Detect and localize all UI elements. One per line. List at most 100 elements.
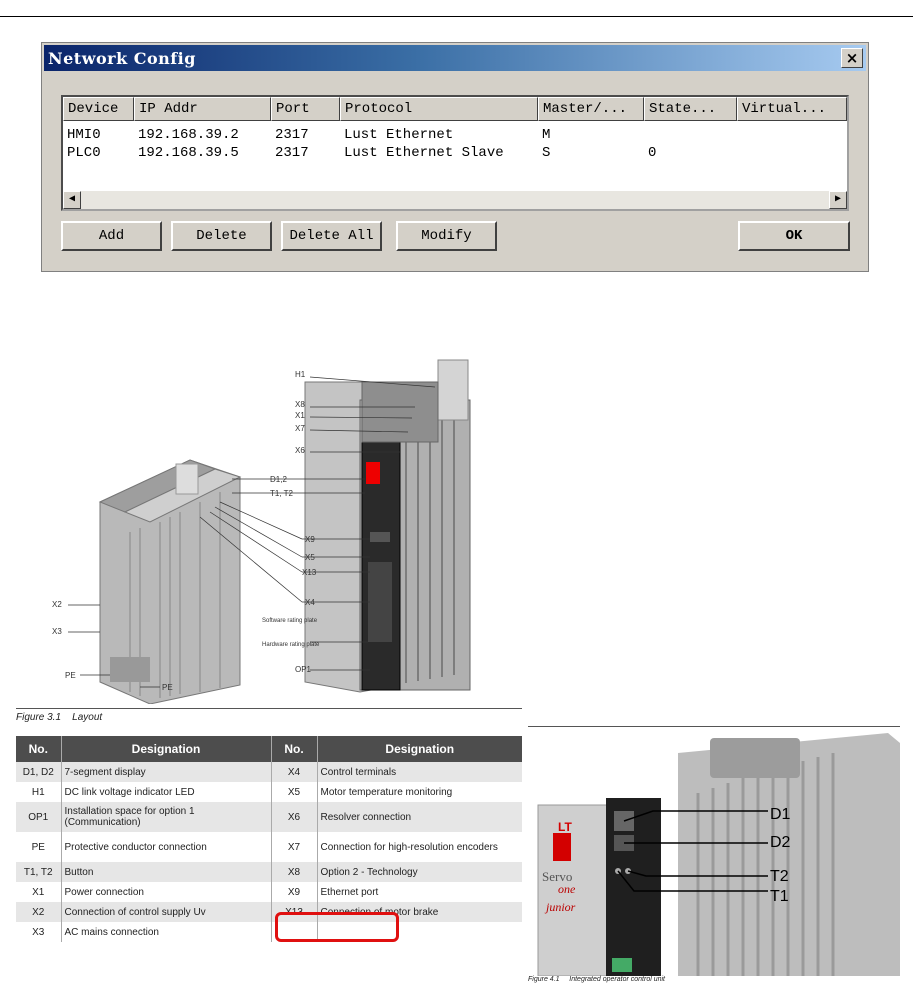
horizontal-scrollbar[interactable]: ◀ ▶ — [63, 191, 847, 209]
brand-one: one — [558, 882, 576, 896]
callout-x4: X4 — [305, 598, 315, 607]
cell-ip: 192.168.39.5 — [138, 145, 239, 161]
arrow-right-icon: ▶ — [834, 194, 842, 205]
cell-no: X5 — [271, 782, 318, 802]
table-row: OP1 Installation space for option 1 (Comm… — [16, 802, 522, 832]
page-top-rule — [0, 16, 913, 17]
brand-logo — [366, 462, 380, 484]
column-header-state[interactable]: State... — [644, 97, 737, 121]
cell-ip: 192.168.39.2 — [138, 127, 239, 143]
cell-designation: Option 2 - Technology — [317, 862, 522, 882]
close-icon: × — [845, 49, 859, 67]
cell-no: X7 — [271, 832, 318, 862]
control-terminals — [368, 562, 392, 642]
cell-protocol: Lust Ethernet Slave — [344, 145, 504, 161]
callout-x7: X7 — [295, 424, 305, 433]
device-layout-figure: H1 X8 X1 X7 X6 D1,2 T1, T2 X9 X5 X13 X4 … — [52, 359, 471, 704]
header-no: No. — [271, 736, 318, 762]
cell-device: HMI0 — [67, 127, 101, 143]
caption-number: Figure 3.1 — [16, 712, 62, 723]
photo-top-rule — [528, 726, 900, 727]
header-designation: Designation — [61, 736, 272, 762]
cell-designation: Power connection — [61, 882, 272, 902]
brand-logo-photo — [553, 833, 571, 861]
rear-unit-base — [110, 657, 150, 682]
cell-no: T1, T2 — [16, 862, 62, 882]
cell-designation: AC mains connection — [61, 922, 272, 942]
cell-no: X9 — [271, 882, 318, 902]
cell-no: OP1 — [16, 802, 62, 832]
table-row: X1 Power connection X9 Ethernet port — [16, 882, 522, 902]
label-d2: D2 — [770, 834, 791, 851]
column-header-device[interactable]: Device — [63, 97, 134, 121]
cell-no: X2 — [16, 902, 62, 922]
table-header-row: No. Designation No. Designation — [16, 736, 522, 762]
cell-no: X4 — [271, 762, 318, 782]
figure-4-1-caption: Figure 4.1 Integrated operator control u… — [528, 976, 665, 983]
dialog-title: Network Config — [48, 49, 196, 68]
callout-software-plate: Software rating plate — [262, 618, 318, 624]
column-header-virtual[interactable]: Virtual... — [737, 97, 847, 121]
scroll-left-button[interactable]: ◀ — [63, 191, 81, 209]
brand-lt: LT — [558, 820, 572, 834]
column-header-port[interactable]: Port — [271, 97, 340, 121]
close-button[interactable]: × — [841, 48, 863, 68]
cell-device: PLC0 — [67, 145, 101, 161]
callout-x6: X6 — [295, 446, 305, 455]
top-connectors — [361, 381, 439, 443]
cell-no: X8 — [271, 862, 318, 882]
callout-x8: X8 — [295, 400, 305, 409]
scroll-right-button[interactable]: ▶ — [829, 191, 847, 209]
table-row: X2 Connection of control supply Uv X13 Con… — [16, 902, 522, 922]
cell-designation: Resolver connection — [317, 802, 522, 832]
cell-no: X1 — [16, 882, 62, 902]
cell-designation: Button — [61, 862, 272, 882]
callout-pe-left: PE — [65, 671, 76, 680]
cell-no: H1 — [16, 782, 62, 802]
delete-all-button[interactable]: Delete All — [281, 221, 382, 251]
add-button[interactable]: Add — [61, 221, 162, 251]
device-list[interactable]: Device IP Addr Port Protocol Master/... … — [61, 95, 849, 211]
callout-x2: X2 — [52, 600, 62, 609]
cell-master: M — [542, 127, 551, 143]
callout-x9: X9 — [305, 535, 315, 544]
caption-text: Integrated operator control unit — [569, 976, 665, 983]
dialog-titlebar[interactable]: Network Config × — [44, 45, 866, 71]
table-row: H1 DC link voltage indicator LED X5 Motor … — [16, 782, 522, 802]
figure-caption-rule — [16, 708, 522, 709]
column-header-master[interactable]: Master/... — [538, 97, 644, 121]
callout-x13: X13 — [302, 568, 317, 577]
ethernet-jack-photo — [612, 958, 632, 972]
rear-unit-logo-panel — [175, 463, 199, 495]
column-header-ip[interactable]: IP Addr — [134, 97, 271, 121]
callout-h1: H1 — [295, 370, 306, 379]
designation-table: No. Designation No. Designation D1, D2 7-… — [16, 736, 522, 942]
figure-3-1-caption: Figure 3.1 Layout — [16, 712, 102, 723]
header-no: No. — [16, 736, 62, 762]
cell-designation: Protective conductor connection — [61, 832, 272, 862]
label-t2: T2 — [770, 868, 789, 885]
column-header-protocol[interactable]: Protocol — [340, 97, 538, 121]
caption-text: Layout — [72, 712, 103, 723]
table-row: T1, T2 Button X8 Option 2 - Technology — [16, 862, 522, 882]
cell-designation: Installation space for option 1 (Communi… — [61, 802, 272, 832]
cell-designation: DC link voltage indicator LED — [61, 782, 272, 802]
callout-x1: X1 — [295, 411, 305, 420]
callout-x3: X3 — [52, 627, 62, 636]
cell-designation: Connection for high-resolution encoders — [320, 841, 498, 853]
ok-button[interactable]: OK — [738, 221, 850, 251]
cell-no: X3 — [16, 922, 62, 942]
callout-hardware-plate: Hardware rating plate — [262, 642, 320, 648]
operator-control-unit-photo: LT Servo one junior D1 D2 T2 T1 — [528, 733, 900, 976]
cell-state: 0 — [648, 145, 657, 161]
delete-button[interactable]: Delete — [171, 221, 272, 251]
caption-number: Figure 4.1 — [528, 976, 560, 983]
table-row: X3 AC mains connection — [16, 922, 522, 942]
label-t1: T1 — [770, 888, 789, 905]
cell-designation: Motor temperature monitoring — [320, 786, 453, 798]
callout-op1: OP1 — [295, 665, 312, 674]
modify-button[interactable]: Modify — [396, 221, 497, 251]
table-row: D1, D2 7-segment display X4 Control termin… — [16, 762, 522, 782]
header-designation: Designation — [317, 736, 522, 762]
arrow-left-icon: ◀ — [68, 194, 76, 205]
